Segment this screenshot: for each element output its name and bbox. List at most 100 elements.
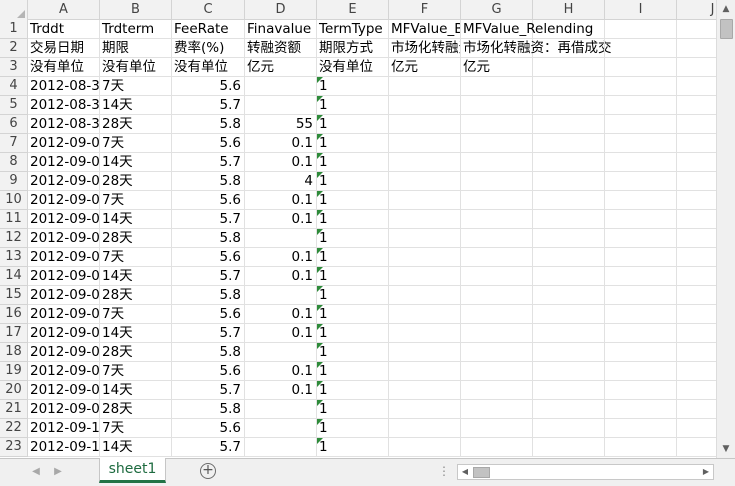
cell-f19[interactable] bbox=[389, 362, 461, 381]
row-header[interactable]: 16 bbox=[0, 305, 28, 324]
cell-d1[interactable]: Finavalue bbox=[245, 20, 317, 39]
cell-d8[interactable]: 0.1 bbox=[245, 153, 317, 172]
column-header-j[interactable]: J bbox=[677, 0, 716, 20]
cell-e17[interactable]: 1 bbox=[317, 324, 389, 343]
cell-d15[interactable] bbox=[245, 286, 317, 305]
cell-i23[interactable] bbox=[605, 438, 677, 457]
cell-b12[interactable]: 28天 bbox=[100, 229, 172, 248]
row-header[interactable]: 22 bbox=[0, 419, 28, 438]
cell-h10[interactable] bbox=[533, 191, 605, 210]
row-header[interactable]: 5 bbox=[0, 96, 28, 115]
cell-h3[interactable] bbox=[533, 58, 605, 77]
scroll-up-icon[interactable]: ▲ bbox=[717, 0, 735, 18]
cell-f12[interactable] bbox=[389, 229, 461, 248]
cell-d6[interactable]: 55 bbox=[245, 115, 317, 134]
row-header[interactable]: 8 bbox=[0, 153, 28, 172]
row-header[interactable]: 1 bbox=[0, 20, 28, 39]
cell-a4[interactable]: 2012-08-30 bbox=[28, 77, 100, 96]
cell-g22[interactable] bbox=[461, 419, 533, 438]
cell-h7[interactable] bbox=[533, 134, 605, 153]
cell-e11[interactable]: 1 bbox=[317, 210, 389, 229]
cell-d10[interactable]: 0.1 bbox=[245, 191, 317, 210]
cell-c9[interactable]: 5.8 bbox=[172, 172, 245, 191]
row-header[interactable]: 2 bbox=[0, 39, 28, 58]
cell-d16[interactable]: 0.1 bbox=[245, 305, 317, 324]
row-header[interactable]: 23 bbox=[0, 438, 28, 457]
cell-b10[interactable]: 7天 bbox=[100, 191, 172, 210]
column-header-d[interactable]: D bbox=[245, 0, 317, 20]
cell-a13[interactable]: 2012-09-05 bbox=[28, 248, 100, 267]
cell-b4[interactable]: 7天 bbox=[100, 77, 172, 96]
cell-i21[interactable] bbox=[605, 400, 677, 419]
row-header[interactable]: 13 bbox=[0, 248, 28, 267]
column-header-f[interactable]: F bbox=[389, 0, 461, 20]
cell-i6[interactable] bbox=[605, 115, 677, 134]
cell-j1[interactable] bbox=[677, 20, 716, 39]
cell-g10[interactable] bbox=[461, 191, 533, 210]
cell-b16[interactable]: 7天 bbox=[100, 305, 172, 324]
cell-g19[interactable] bbox=[461, 362, 533, 381]
cell-e18[interactable]: 1 bbox=[317, 343, 389, 362]
cell-c4[interactable]: 5.6 bbox=[172, 77, 245, 96]
cell-f21[interactable] bbox=[389, 400, 461, 419]
cell-b3[interactable]: 没有单位 bbox=[100, 58, 172, 77]
cell-a7[interactable]: 2012-09-03 bbox=[28, 134, 100, 153]
row-header[interactable]: 9 bbox=[0, 172, 28, 191]
cell-e16[interactable]: 1 bbox=[317, 305, 389, 324]
column-header-h[interactable]: H bbox=[533, 0, 605, 20]
horizontal-scroll-thumb[interactable] bbox=[473, 467, 490, 478]
cell-c18[interactable]: 5.8 bbox=[172, 343, 245, 362]
scroll-left-icon[interactable]: ◀ bbox=[458, 465, 472, 479]
cell-g16[interactable] bbox=[461, 305, 533, 324]
column-header-a[interactable]: A bbox=[28, 0, 100, 20]
cell-a20[interactable]: 2012-09-07 bbox=[28, 381, 100, 400]
cell-e13[interactable]: 1 bbox=[317, 248, 389, 267]
cell-g6[interactable] bbox=[461, 115, 533, 134]
cell-c7[interactable]: 5.6 bbox=[172, 134, 245, 153]
cell-d13[interactable]: 0.1 bbox=[245, 248, 317, 267]
row-header[interactable]: 19 bbox=[0, 362, 28, 381]
row-header[interactable]: 7 bbox=[0, 134, 28, 153]
cell-d3[interactable]: 亿元 bbox=[245, 58, 317, 77]
cell-f4[interactable] bbox=[389, 77, 461, 96]
cell-f1[interactable]: MFValue_B bbox=[389, 20, 461, 39]
cell-j14[interactable] bbox=[677, 267, 716, 286]
cell-b5[interactable]: 14天 bbox=[100, 96, 172, 115]
cell-d7[interactable]: 0.1 bbox=[245, 134, 317, 153]
cell-c17[interactable]: 5.7 bbox=[172, 324, 245, 343]
cell-e3[interactable]: 没有单位 bbox=[317, 58, 389, 77]
cell-b14[interactable]: 14天 bbox=[100, 267, 172, 286]
cell-i3[interactable] bbox=[605, 58, 677, 77]
cell-j15[interactable] bbox=[677, 286, 716, 305]
cell-b20[interactable]: 14天 bbox=[100, 381, 172, 400]
cell-i15[interactable] bbox=[605, 286, 677, 305]
row-header[interactable]: 12 bbox=[0, 229, 28, 248]
cell-f18[interactable] bbox=[389, 343, 461, 362]
cell-c23[interactable]: 5.7 bbox=[172, 438, 245, 457]
cell-g12[interactable] bbox=[461, 229, 533, 248]
cell-f5[interactable] bbox=[389, 96, 461, 115]
cell-b18[interactable]: 28天 bbox=[100, 343, 172, 362]
cell-c8[interactable]: 5.7 bbox=[172, 153, 245, 172]
cell-h2[interactable] bbox=[533, 39, 605, 58]
cell-i11[interactable] bbox=[605, 210, 677, 229]
cell-a3[interactable]: 没有单位 bbox=[28, 58, 100, 77]
cell-f9[interactable] bbox=[389, 172, 461, 191]
cell-f15[interactable] bbox=[389, 286, 461, 305]
cell-g4[interactable] bbox=[461, 77, 533, 96]
cell-a19[interactable]: 2012-09-07 bbox=[28, 362, 100, 381]
cell-c22[interactable]: 5.6 bbox=[172, 419, 245, 438]
horizontal-scrollbar[interactable]: ◀ ▶ bbox=[457, 464, 714, 480]
cell-e4[interactable]: 1 bbox=[317, 77, 389, 96]
cell-g14[interactable] bbox=[461, 267, 533, 286]
cell-b15[interactable]: 28天 bbox=[100, 286, 172, 305]
cell-h20[interactable] bbox=[533, 381, 605, 400]
cell-c6[interactable]: 5.8 bbox=[172, 115, 245, 134]
cell-e7[interactable]: 1 bbox=[317, 134, 389, 153]
split-handle-icon[interactable]: ⋮ bbox=[438, 463, 450, 479]
cell-h5[interactable] bbox=[533, 96, 605, 115]
cell-j6[interactable] bbox=[677, 115, 716, 134]
cell-c14[interactable]: 5.7 bbox=[172, 267, 245, 286]
cell-a9[interactable]: 2012-09-03 bbox=[28, 172, 100, 191]
cell-d23[interactable] bbox=[245, 438, 317, 457]
